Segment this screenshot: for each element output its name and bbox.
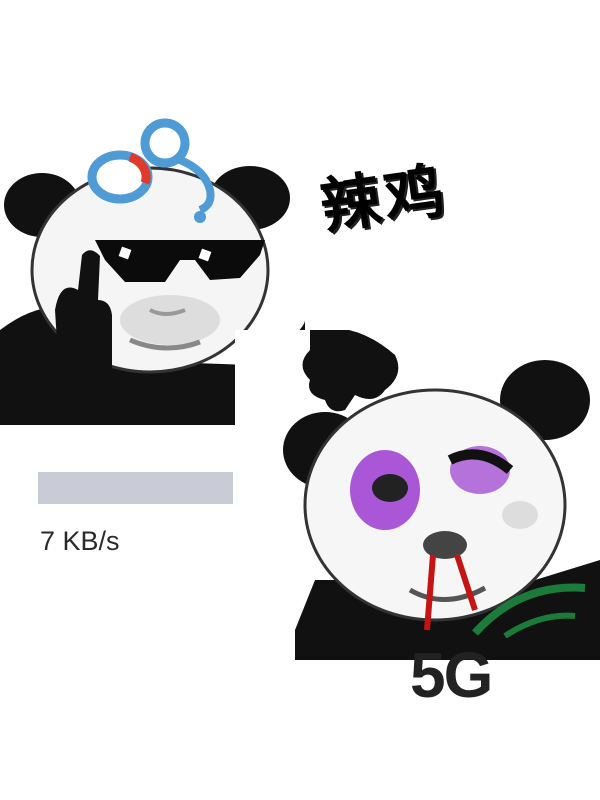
download-speed-label: 7 KB/s	[40, 526, 120, 556]
5g-signal-wave-icon	[472, 583, 586, 638]
5g-badge-text: 5G	[410, 639, 493, 711]
progress-fill	[38, 472, 233, 504]
download-progress-bar	[38, 472, 233, 504]
caption-text: 辣鸡	[316, 155, 453, 243]
360-logo-icon	[87, 118, 215, 223]
